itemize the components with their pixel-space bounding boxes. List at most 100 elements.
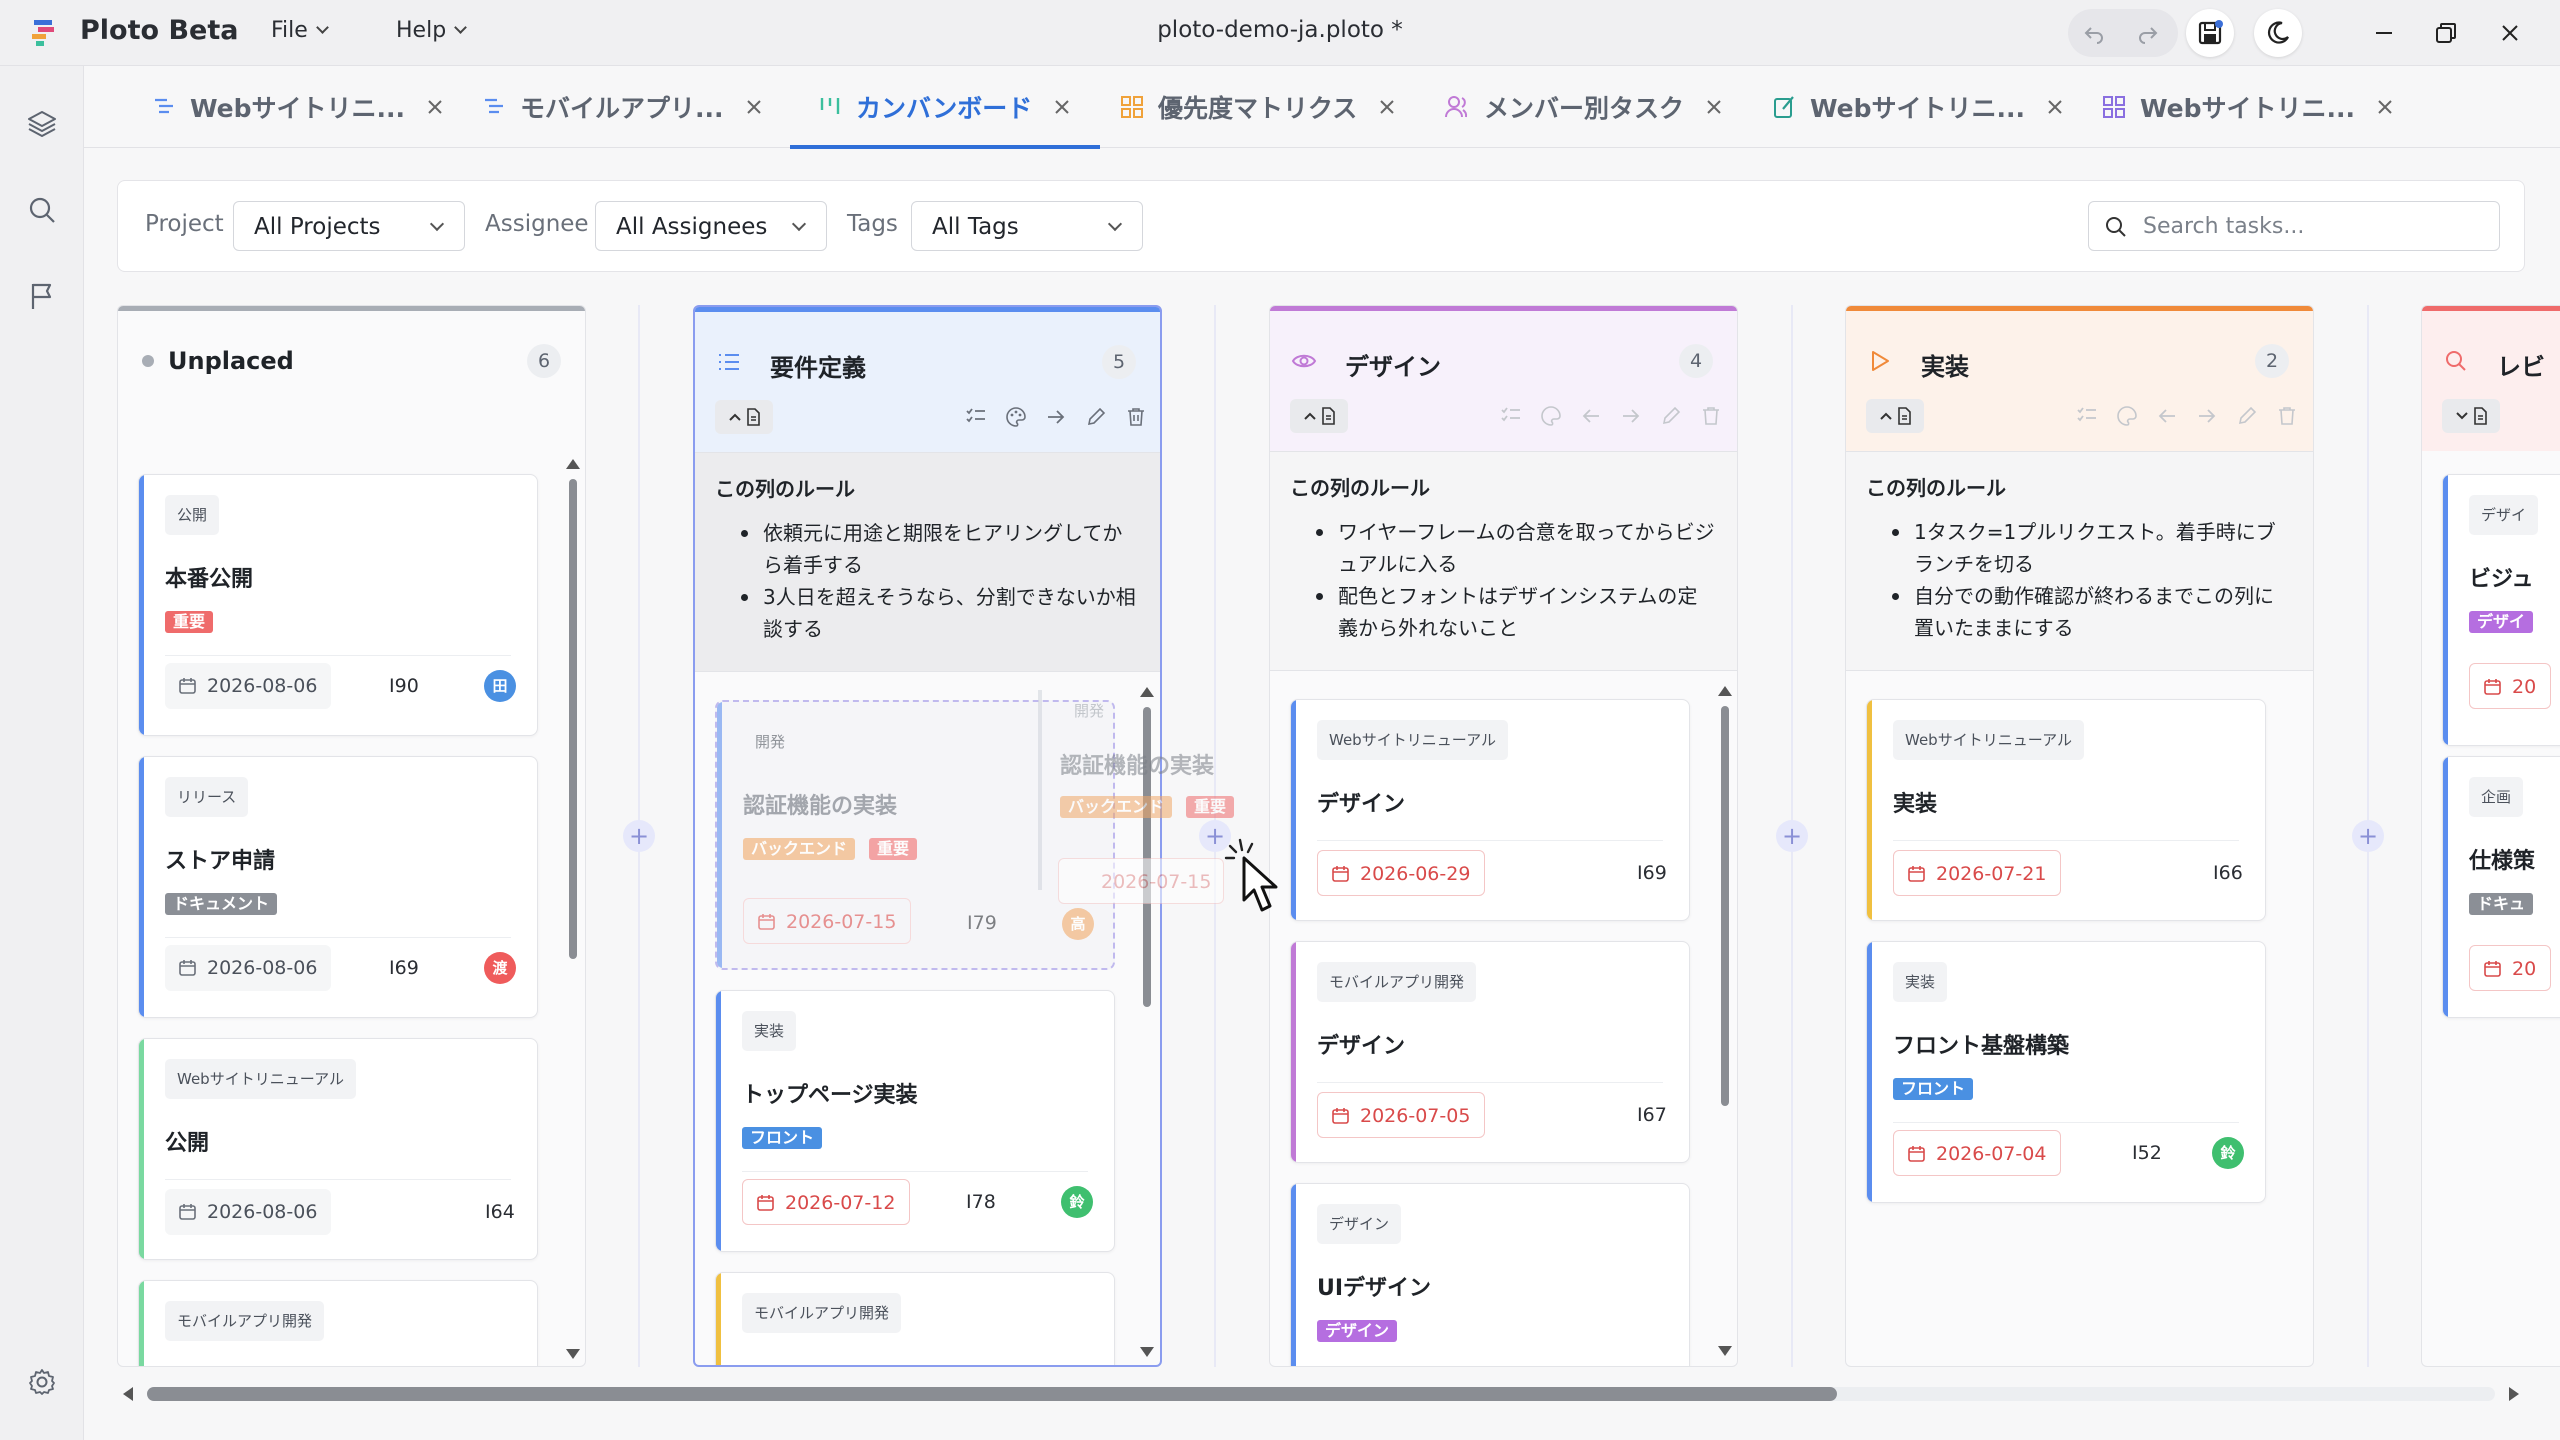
ghost-project: 開発 [1074, 702, 1105, 720]
layers-button[interactable] [22, 104, 62, 144]
avatar: 高 [1062, 908, 1094, 940]
tab-website-grid[interactable]: Webサイトリニ... [2100, 66, 2397, 148]
task-card[interactable]: Webサイトリニューアル 公開 2026-08-06 I64 [138, 1038, 538, 1260]
add-column-button[interactable]: + [1776, 820, 1808, 852]
close-tab-button[interactable] [1050, 95, 1074, 119]
scroll-up-icon[interactable] [566, 459, 580, 469]
edit-column-button[interactable] [1658, 403, 1684, 429]
column-scrollbar[interactable] [1718, 686, 1732, 1356]
tab-member-tasks[interactable]: メンバー別タスク [1444, 66, 1726, 148]
task-card[interactable]: リリース ストア申請 ドキュメント 2026-08-06 I69 渡 [138, 756, 538, 1018]
card-project: デザイン [1317, 1204, 1402, 1244]
theme-toggle-button[interactable] [2254, 9, 2302, 57]
checklist-button[interactable] [2074, 403, 2100, 429]
collapse-rules-button[interactable] [715, 400, 773, 434]
file-menu[interactable]: File [271, 18, 329, 43]
close-window-button[interactable] [2486, 9, 2534, 57]
checklist-button[interactable] [1498, 403, 1524, 429]
assignee-filter-select[interactable]: All Assignees [595, 201, 827, 251]
restore-button[interactable] [2422, 9, 2470, 57]
edit-column-button[interactable] [2234, 403, 2260, 429]
color-button[interactable] [1538, 403, 1564, 429]
scroll-thumb[interactable] [1721, 706, 1729, 1106]
scroll-up-icon[interactable] [1718, 686, 1732, 696]
task-card[interactable]: モバイルアプリ開発 [138, 1280, 538, 1366]
task-card[interactable]: モバイルアプリ開発 [715, 1272, 1115, 1365]
arrow-right-icon [1048, 410, 1065, 424]
move-right-button[interactable] [2194, 403, 2220, 429]
add-column-button[interactable]: + [2352, 820, 2384, 852]
scroll-down-icon[interactable] [1718, 1346, 1732, 1356]
close-tab-button[interactable] [423, 95, 447, 119]
tab-mobile-list[interactable]: モバイルアプリ... [480, 66, 766, 148]
board-horizontal-scrollbar[interactable] [117, 1381, 2525, 1405]
checklist-button[interactable] [963, 404, 989, 430]
tags-filter-select[interactable]: All Tags [911, 201, 1143, 251]
task-card[interactable]: モバイルアプリ開発 デザイン 2026-07-05 I67 [1290, 941, 1690, 1163]
move-left-button[interactable] [2154, 403, 2180, 429]
milestones-button[interactable] [22, 276, 62, 316]
collapse-rules-button[interactable] [1290, 399, 1348, 433]
tab-label: Webサイトリニ... [1810, 94, 2026, 123]
task-card[interactable]: デザイ ビジュ デザイ 20 [2442, 474, 2560, 746]
move-right-button[interactable] [1618, 403, 1644, 429]
scroll-thumb[interactable] [147, 1387, 1837, 1401]
close-tab-button[interactable] [2373, 95, 2397, 119]
add-column-button[interactable]: + [623, 820, 655, 852]
checklist-icon [2077, 407, 2096, 422]
move-right-button[interactable] [1043, 404, 1069, 430]
close-tab-button[interactable] [742, 95, 766, 119]
minimize-button[interactable] [2360, 9, 2408, 57]
task-card[interactable]: 実装 トップページ実装 フロント 2026-07-12 I78 鈴 [715, 990, 1115, 1252]
settings-button[interactable] [22, 1362, 62, 1402]
column-rules: この列のルール 依頼元に用途と期限をヒアリングしてから着手する 3人日を超えそう… [695, 452, 1160, 672]
column-toolbar [2442, 399, 2540, 433]
tab-kanban-board[interactable]: カンバンボード [790, 66, 1101, 149]
delete-column-button[interactable] [1123, 404, 1149, 430]
save-button[interactable] [2186, 9, 2234, 57]
column-scrollbar[interactable] [566, 459, 580, 1359]
search-button[interactable] [22, 190, 62, 230]
scroll-left-icon[interactable] [123, 1387, 133, 1401]
card-divider [165, 1179, 511, 1180]
card-due-date: 2026-06-29 [1317, 850, 1486, 896]
scroll-down-icon[interactable] [1140, 1347, 1154, 1357]
search-input[interactable]: Search tasks... [2088, 201, 2500, 251]
scroll-down-icon[interactable] [566, 1349, 580, 1359]
avatar: 田 [484, 670, 516, 702]
project-filter-select[interactable]: All Projects [233, 201, 465, 251]
kanban-column-review: レビ デザイ ビジュ デザイ 20 企画 仕様策 ドキュ 20 [2421, 305, 2560, 1367]
delete-column-button[interactable] [2274, 403, 2300, 429]
expand-rules-button[interactable] [2442, 399, 2500, 433]
move-left-button[interactable] [1578, 403, 1604, 429]
column-count-badge: 2 [2255, 344, 2289, 378]
close-tab-button[interactable] [1375, 95, 1399, 119]
scroll-right-icon[interactable] [2509, 1387, 2519, 1401]
color-button[interactable] [1003, 404, 1029, 430]
task-card[interactable]: Webサイトリニューアル デザイン 2026-06-29 I69 [1290, 699, 1690, 921]
undo-button[interactable] [2070, 9, 2118, 57]
close-tab-button[interactable] [1702, 95, 1726, 119]
close-tab-button[interactable] [2043, 95, 2067, 119]
collapse-rules-button[interactable] [1866, 399, 1924, 433]
task-card[interactable]: 実装 フロント基盤構築 フロント 2026-07-04 I52 鈴 [1866, 941, 2266, 1203]
task-card[interactable]: デザイン UIデザイン デザイン [1290, 1183, 1690, 1366]
tab-priority-matrix[interactable]: 優先度マトリクス [1118, 66, 1399, 148]
assignee-filter-value: All Assignees [616, 214, 768, 240]
redo-button[interactable] [2124, 9, 2172, 57]
rule-item: 配色とフォントはデザインシステムの定義から外れないこと [1310, 580, 1717, 644]
card-tag: ドキュメント [165, 893, 278, 915]
task-card[interactable]: 企画 仕様策 ドキュ 20 [2442, 756, 2560, 1018]
edit-column-button[interactable] [1083, 404, 1109, 430]
delete-column-button[interactable] [1698, 403, 1724, 429]
color-button[interactable] [2114, 403, 2140, 429]
task-card[interactable]: 公開 本番公開 重要 2026-08-06 I90 田 [138, 474, 538, 736]
tab-website-list[interactable]: Webサイトリニ... [150, 66, 447, 148]
scroll-thumb[interactable] [569, 479, 577, 959]
tab-website-doc[interactable]: Webサイトリニ... [1770, 66, 2067, 148]
task-card[interactable]: Webサイトリニューアル 実装 2026-07-21 I66 [1866, 699, 2266, 921]
card-accent [2443, 475, 2448, 745]
palette-icon [1541, 406, 1561, 426]
calendar-icon [179, 1204, 196, 1220]
help-menu[interactable]: Help [396, 18, 468, 43]
